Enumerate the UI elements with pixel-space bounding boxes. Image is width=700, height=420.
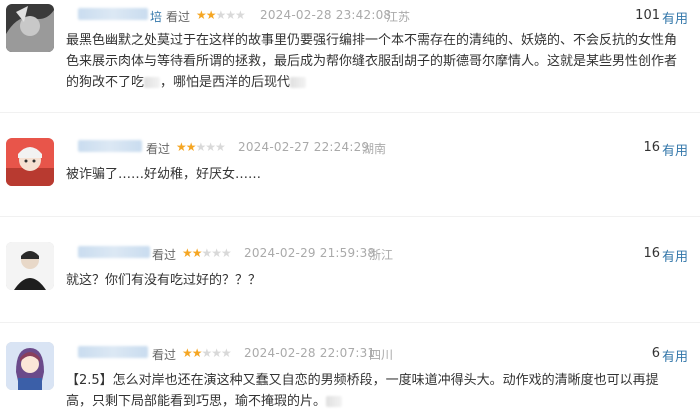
avatar[interactable] (6, 342, 54, 390)
username-blurred[interactable] (78, 246, 150, 258)
comment-text-line: 【2.5】怎么对岸也还在演这种又蠢又自恋的男频桥段，一度味道冲得头大。动作戏的清… (66, 373, 659, 388)
comment-time: 2024-02-29 21:59:38 (244, 246, 376, 260)
comment-text-line: 色来展示肉体与等待看所谓的拯救，最后成为帮你缝衣服刮胡子的斯德哥尔摩情人。这就是… (66, 54, 678, 69)
username-blurred[interactable] (78, 346, 148, 358)
rating-stars: ★★ ★★★ (182, 346, 232, 360)
comment-location: 江苏 (386, 10, 411, 24)
comment-text-line: 最黑色幽默之处莫过于在这样的故事里仍要强行编排一个本不需存在的清纯的、妖娆的、不… (66, 33, 678, 48)
comment-text: 被诈骗了……好幼稚，好厌女…… (66, 164, 688, 185)
comment-text-line: 高，只剩下局部能看到巧思，瑜不掩瑕的片。 (66, 391, 688, 412)
rating-stars: ★★ ★★★ (182, 246, 232, 260)
comment-time: 2024-02-28 23:42:08 (260, 8, 392, 22)
username-blurred[interactable] (78, 8, 148, 20)
divider (0, 322, 700, 323)
comment-text-line: 就这？你们有没有吃过好的？？？ (66, 273, 262, 288)
blurred-text (144, 77, 161, 88)
blurred-text (326, 396, 343, 407)
comment-text-fragment: ，哪怕是西洋的后现代 (160, 75, 291, 90)
useful-count: 16 (643, 246, 660, 261)
rating-stars: ★★ ★★★ (196, 8, 246, 22)
comment-text: 【2.5】怎么对岸也还在演这种又蠢又自恋的男频桥段，一度味道冲得头大。动作戏的清… (66, 370, 688, 412)
useful-button[interactable]: 有用 (662, 246, 688, 265)
comment-text-line: 被诈骗了……好幼稚，好厌女…… (66, 167, 262, 182)
avatar[interactable] (6, 138, 54, 186)
username-suffix[interactable]: 培 (150, 8, 162, 25)
useful-button[interactable]: 有用 (662, 140, 688, 159)
comment-location: 浙江 (369, 248, 394, 262)
useful-button[interactable]: 有用 (662, 8, 688, 27)
comment-text-line: 的狗改不了吃 ，哪怕是西洋的后现代 (66, 72, 688, 93)
comment-text-fragment: 的狗改不了吃 (66, 75, 145, 90)
avatar[interactable] (6, 242, 54, 290)
watched-label: 看过 (152, 248, 177, 262)
comment-location: 湖南 (362, 142, 387, 156)
watched-label: 看过 (152, 348, 177, 362)
blurred-text (290, 77, 307, 88)
divider (0, 216, 700, 217)
comment-text: 最黑色幽默之处莫过于在这样的故事里仍要强行编排一个本不需存在的清纯的、妖娆的、不… (66, 30, 688, 93)
useful-count: 101 (635, 8, 660, 23)
useful-count: 16 (643, 140, 660, 155)
avatar[interactable] (6, 4, 54, 52)
comment-text: 就这？你们有没有吃过好的？？？ (66, 270, 688, 291)
comment-text-fragment: 高，只剩下局部能看到巧思，瑜不掩瑕的片。 (66, 394, 327, 409)
watched-label: 看过 (166, 10, 191, 24)
comment-time: 2024-02-28 22:07:31 (244, 346, 376, 360)
username-blurred[interactable] (78, 140, 142, 152)
comment-time: 2024-02-27 22:24:29 (238, 140, 370, 154)
comment-location: 四川 (369, 348, 394, 362)
watched-label: 看过 (146, 142, 171, 156)
rating-stars: ★★ ★★★ (176, 140, 226, 154)
useful-count: 6 (651, 346, 660, 361)
divider (0, 112, 700, 113)
useful-button[interactable]: 有用 (662, 346, 688, 365)
